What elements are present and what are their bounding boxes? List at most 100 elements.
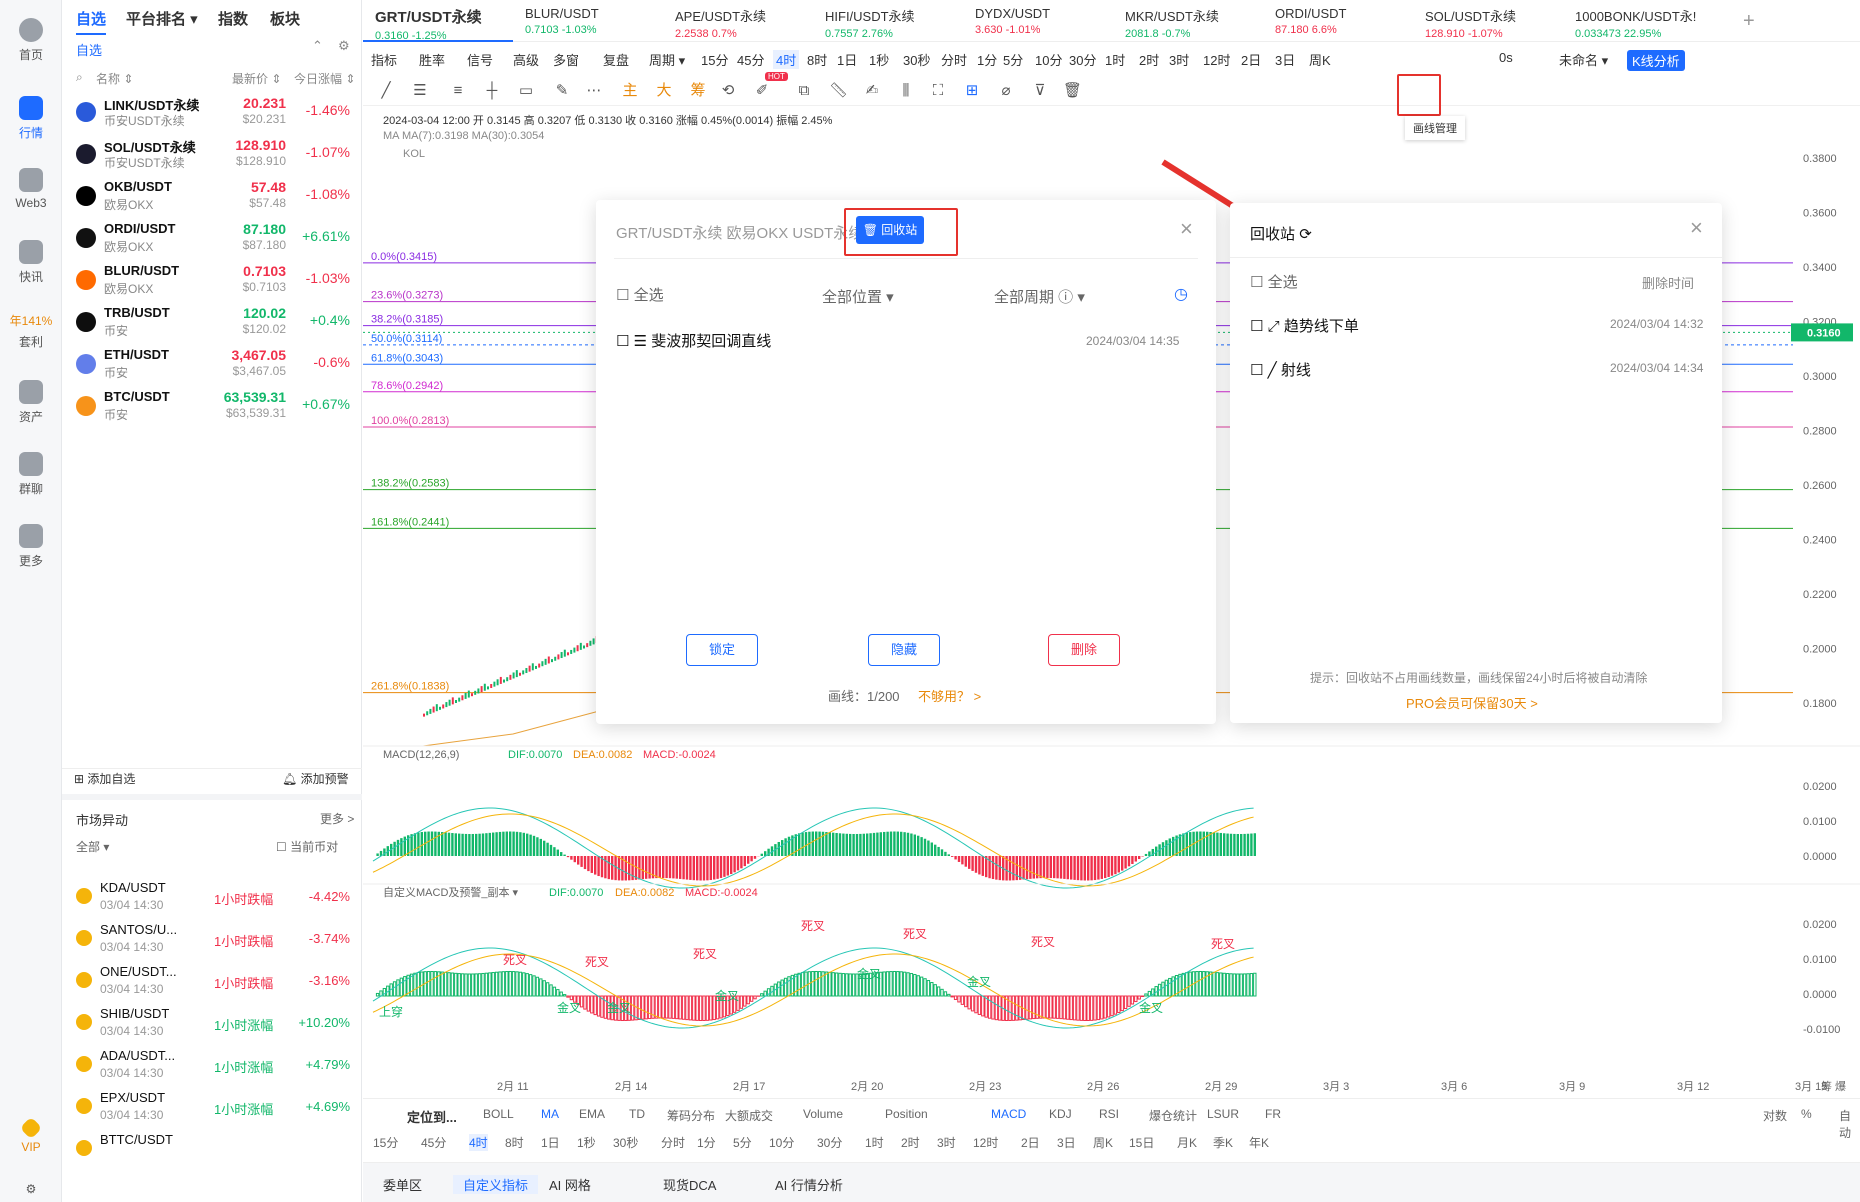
col-name[interactable]: 名称 ⇕ [96, 70, 133, 87]
market-filter[interactable]: 全部 ▾ [76, 838, 109, 855]
period-option[interactable]: 分时 [661, 1134, 685, 1151]
refresh-icon[interactable]: ⟳ [1299, 226, 1312, 243]
toolbar-item[interactable]: 周K [1309, 50, 1331, 69]
toolbar-item[interactable]: 1日 [837, 50, 857, 69]
eraser-icon[interactable]: ⌀ [997, 82, 1015, 100]
chip-toggle[interactable]: 筹 [689, 82, 707, 100]
period-option[interactable]: 4时 [469, 1134, 488, 1151]
indicator-toggle[interactable]: 爆仓统计 [1149, 1107, 1197, 1124]
toolbar-item[interactable]: 周期 ▾ [649, 50, 685, 69]
toolbar-item[interactable]: 复盘 [603, 50, 629, 69]
hline-tool-icon[interactable]: ☰ [411, 82, 429, 100]
pro-link[interactable]: PRO会员可保留30天 > [1406, 693, 1538, 712]
toolbar-item[interactable]: 胜率 [419, 50, 445, 69]
nav-more[interactable]: 更多 [0, 524, 62, 569]
period-option[interactable]: 年K [1249, 1134, 1269, 1151]
col-change[interactable]: 今日涨幅 ⇕ [294, 70, 355, 87]
cross-tool-icon[interactable]: ┼ [483, 82, 501, 100]
period-option[interactable]: 5分 [733, 1134, 752, 1151]
brush-icon[interactable]: ✍ [863, 82, 881, 100]
line-tool-icon[interactable]: ╱ [377, 82, 395, 100]
indicator-toggle[interactable]: 筹码分布 [667, 1107, 715, 1124]
period-filter[interactable]: 全部周期 ⓘ ▾ [994, 286, 1085, 307]
col-price[interactable]: 最新价 ⇕ [232, 70, 281, 87]
toolbar-item[interactable]: 高级 [513, 50, 539, 69]
axis-option[interactable]: 对数 [1763, 1107, 1787, 1124]
toolbar-item[interactable]: 45分 [737, 50, 764, 69]
indicator-toggle[interactable]: Volume [803, 1107, 843, 1121]
toolbar-item[interactable]: 未命名 ▾ [1559, 50, 1608, 69]
toolbar-item[interactable]: 3日 [1275, 50, 1295, 69]
toolbar-item[interactable]: 1分 [977, 50, 997, 69]
toolbar-item[interactable]: 5分 [1003, 50, 1023, 69]
market-more-link[interactable]: 更多 > [320, 810, 354, 827]
indicator-toggle[interactable]: TD [629, 1107, 645, 1121]
drawing-manage-icon[interactable]: ⊞ [963, 82, 981, 100]
toolbar-item[interactable]: 2日 [1241, 50, 1261, 69]
nav-home[interactable]: 首页 [0, 18, 62, 63]
toolbar-item[interactable]: 1秒 [869, 50, 889, 69]
symbol-tab[interactable]: APE/USDT永续 2.2538 0.7% [663, 0, 813, 42]
bottom-tab[interactable]: 委单区 [383, 1175, 422, 1194]
lock-button[interactable]: 锁定 [686, 634, 758, 666]
drawing-item[interactable]: ☐ ☰ 斐波那契回调直线 [616, 330, 771, 351]
toolbar-item[interactable]: 多窗 [553, 50, 579, 69]
symbol-tab[interactable]: SOL/USDT永续 128.910 -1.07% [1413, 0, 1563, 42]
toolbar-item[interactable]: 指标 [371, 50, 397, 69]
indicator-toggle[interactable]: Position [885, 1107, 928, 1121]
toolbar-item[interactable]: 3时 [1169, 50, 1189, 69]
recycle-select-all[interactable]: ☐ 全选 [1250, 271, 1298, 292]
nav-arbitrage[interactable]: 年141% 套利 [0, 312, 62, 350]
candle-icon[interactable]: ⫼ [897, 82, 915, 100]
period-option[interactable]: 2时 [901, 1134, 920, 1151]
nav-market[interactable]: 行情 [0, 96, 62, 141]
tab-favorites[interactable]: 自选 [76, 8, 107, 35]
magnet-icon[interactable]: ⟲ [719, 82, 737, 100]
period-option[interactable]: 1日 [541, 1134, 560, 1151]
settings-icon[interactable]: ⚙ [338, 38, 350, 54]
locate-button[interactable]: 定位到... [407, 1107, 457, 1126]
period-option[interactable]: 3时 [937, 1134, 956, 1151]
channel-tool-icon[interactable]: ≡ [449, 82, 467, 100]
period-option[interactable]: 45分 [421, 1134, 446, 1151]
period-option[interactable]: 季K [1213, 1134, 1233, 1151]
indicator-toggle[interactable]: EMA [579, 1107, 605, 1121]
toolbar-item[interactable]: 信号 [467, 50, 493, 69]
indicator-toggle[interactable]: BOLL [483, 1107, 514, 1121]
symbol-tab[interactable]: BLUR/USDT 0.7103 -1.03% [513, 0, 663, 42]
indicator-toggle[interactable]: KDJ [1049, 1107, 1072, 1121]
clock-icon[interactable]: ◷ [1174, 284, 1188, 304]
indicator-toggle[interactable]: LSUR [1207, 1107, 1239, 1121]
symbol-tab[interactable]: GRT/USDT永续 0.3160 -1.25% [363, 0, 513, 42]
period-option[interactable]: 月K [1177, 1134, 1197, 1151]
bottom-tab[interactable]: 现货DCA [663, 1175, 716, 1194]
nav-web3[interactable]: Web3 [0, 168, 62, 210]
position-filter[interactable]: 全部位置 ▾ [822, 286, 894, 307]
copy-icon[interactable]: ⧉ [795, 82, 813, 100]
main-toggle[interactable]: 主 [621, 82, 639, 100]
period-option[interactable]: 30秒 [613, 1134, 638, 1151]
bottom-tab[interactable]: 自定义指标 [453, 1175, 539, 1194]
period-option[interactable]: 10分 [769, 1134, 794, 1151]
period-option[interactable]: 1时 [865, 1134, 884, 1151]
recycle-item[interactable]: ☐ ⤢ 趋势线下单 [1250, 315, 1359, 336]
big-toggle[interactable]: 大 [655, 82, 673, 100]
toolbar-item[interactable]: 30秒 [903, 50, 930, 69]
toolbar-item[interactable]: 8时 [807, 50, 827, 69]
symbol-tab[interactable]: 1000BONK/USDT永! 0.033473 22.95% [1563, 0, 1713, 42]
symbol-tab[interactable]: DYDX/USDT 3.630 -1.01% [963, 0, 1113, 42]
period-option[interactable]: 15日 [1129, 1134, 1154, 1151]
delete-button[interactable]: 删除 [1048, 634, 1120, 666]
trash-icon[interactable]: 🗑︎ [1063, 82, 1082, 100]
nav-news[interactable]: 快讯 [0, 240, 62, 285]
lock-icon[interactable]: ⛶ [929, 82, 947, 100]
period-option[interactable]: 3日 [1057, 1134, 1076, 1151]
collapse-icon[interactable]: ⌃ [312, 38, 323, 54]
indicator-toggle[interactable]: MACD [991, 1107, 1026, 1121]
period-option[interactable]: 12时 [973, 1134, 998, 1151]
nav-vip[interactable]: VIP [0, 1116, 62, 1154]
add-tab-icon[interactable]: + [1743, 10, 1755, 33]
toolbar-item[interactable]: 10分 [1035, 50, 1062, 69]
nav-assets[interactable]: 资产 [0, 380, 62, 425]
indicator-toggle[interactable]: FR [1265, 1107, 1281, 1121]
